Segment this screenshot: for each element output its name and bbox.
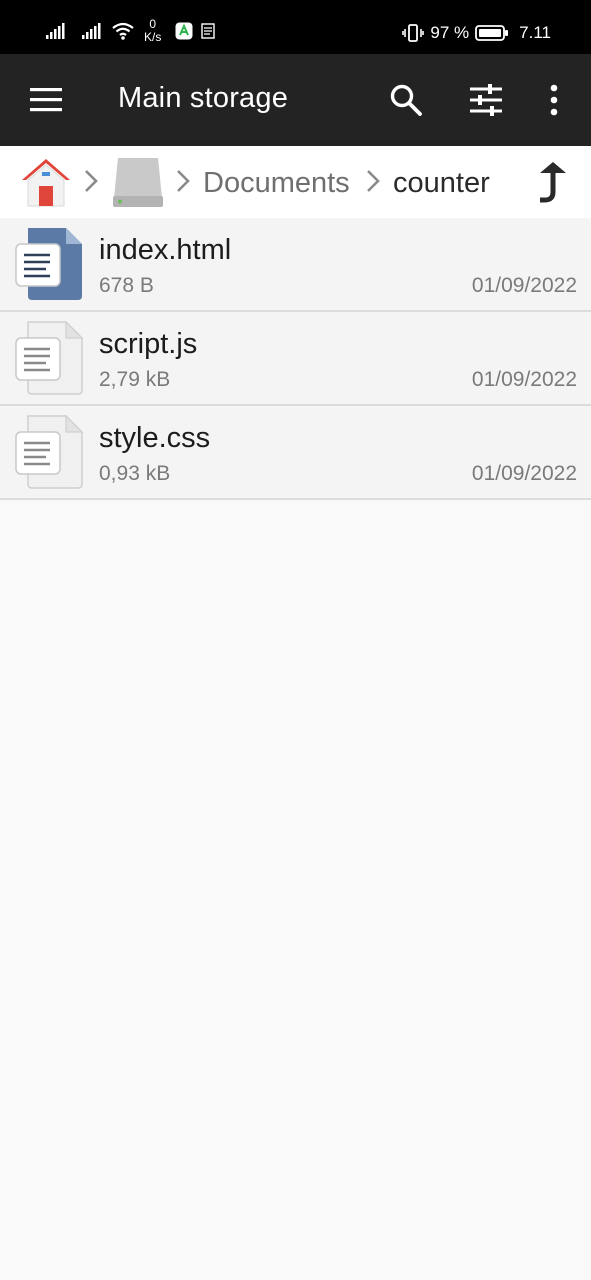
app-bar: Main storage	[0, 54, 591, 146]
more-options-button[interactable]	[540, 82, 568, 118]
file-size: 0,93 kB	[99, 462, 171, 485]
chevron-right-icon	[367, 170, 380, 192]
breadcrumb-item-current[interactable]: counter	[393, 166, 490, 200]
file-size: 678 B	[99, 274, 154, 297]
file-date: 01/09/2022	[471, 368, 577, 391]
net-speed-unit: K/s	[144, 30, 162, 44]
app-notification-icon	[175, 22, 193, 40]
hamburger-menu-icon	[30, 88, 62, 112]
net-speed: 0 K/s	[144, 18, 161, 44]
chevron-right-icon	[177, 170, 190, 192]
menu-button[interactable]	[26, 81, 66, 121]
breadcrumb-item-documents[interactable]: Documents	[203, 166, 350, 200]
file-name: index.html	[99, 234, 232, 266]
signal-icon-2	[82, 23, 101, 39]
search-button[interactable]	[388, 82, 424, 118]
navigate-up-button[interactable]	[532, 160, 570, 204]
text-file-icon	[15, 320, 84, 395]
vibrate-icon	[402, 24, 425, 42]
more-vert-icon	[550, 84, 558, 116]
text-file-icon	[15, 414, 84, 489]
file-size: 2,79 kB	[99, 368, 171, 391]
html-file-icon	[15, 228, 82, 300]
clock: 7.11	[519, 23, 551, 42]
page-title: Main storage	[118, 82, 289, 114]
breadcrumb-main-storage[interactable]	[110, 154, 166, 210]
signal-icon	[46, 23, 65, 39]
file-row-script-js[interactable]: script.js 2,79 kB 01/09/2022	[0, 312, 591, 406]
file-name: style.css	[99, 422, 211, 454]
search-icon	[390, 84, 422, 116]
file-name: script.js	[99, 328, 198, 360]
wifi-icon	[112, 22, 134, 40]
breadcrumb-home[interactable]	[18, 156, 74, 208]
screenshot-notification-icon	[201, 23, 216, 39]
battery-icon	[475, 25, 509, 41]
status-right: 97 % 7.11	[402, 20, 551, 46]
arrow-up-icon	[540, 162, 566, 203]
storage-drive-icon	[113, 158, 163, 207]
home-icon	[22, 159, 70, 207]
file-list: index.html 678 B 01/09/2022 script.js 2,…	[0, 218, 591, 500]
file-date: 01/09/2022	[471, 274, 577, 297]
file-date: 01/09/2022	[471, 462, 577, 485]
battery-percent: 97 %	[430, 23, 470, 42]
breadcrumb: Documents counter	[0, 146, 591, 218]
file-row-index-html[interactable]: index.html 678 B 01/09/2022	[0, 218, 591, 312]
status-bar: 0 K/s 97 % 7.11	[0, 0, 591, 54]
file-row-style-css[interactable]: style.css 0,93 kB 01/09/2022	[0, 406, 591, 500]
status-left: 0 K/s	[46, 18, 216, 44]
filter-settings-button[interactable]	[468, 82, 504, 118]
chevron-right-icon	[85, 170, 98, 192]
tune-sliders-icon	[470, 84, 502, 116]
